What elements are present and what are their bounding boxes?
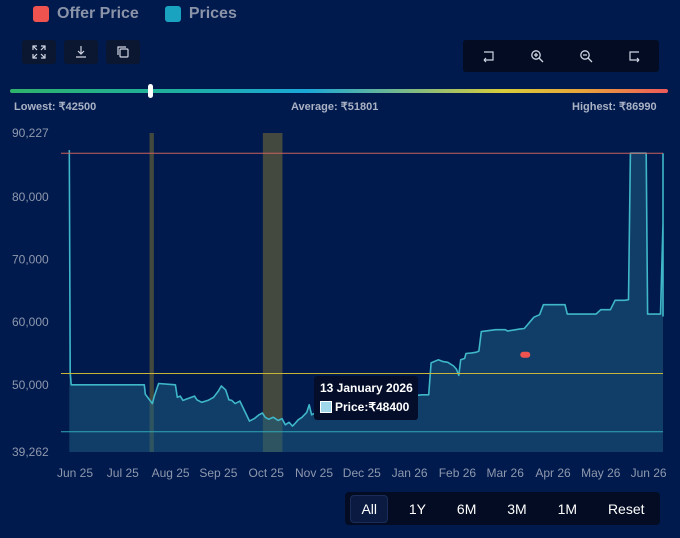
x-tick-label: May 26 (581, 466, 621, 480)
period-3m-button[interactable]: 3M (497, 496, 536, 522)
x-tick-label: Apr 26 (535, 466, 571, 480)
reset-button[interactable]: Reset (598, 496, 655, 522)
x-tick-label: Feb 26 (439, 466, 477, 480)
x-tick-label: Sep 25 (199, 466, 237, 480)
tooltip-swatch (320, 401, 332, 413)
tooltip-date: 13 January 2026 (320, 381, 413, 395)
x-tick-label: Oct 25 (249, 466, 285, 480)
period-1y-button[interactable]: 1Y (399, 496, 436, 522)
x-tick-label: Jan 26 (392, 466, 428, 480)
x-tick-label: Dec 25 (343, 466, 381, 480)
period-1m-button[interactable]: 1M (548, 496, 587, 522)
tooltip-row: Price:₹48400 (320, 400, 409, 414)
y-tick-label: 70,000 (12, 253, 49, 267)
x-tick-label: Jul 25 (107, 466, 139, 480)
price-tooltip: 13 January 2026 Price:₹48400 (314, 376, 418, 420)
period-6m-button[interactable]: 6M (447, 496, 486, 522)
x-tick-label: Mar 26 (487, 466, 525, 480)
highlight-band (262, 133, 283, 452)
price-history-chart[interactable]: 90,227 80,000 70,000 60,000 50,000 39,262 Jun … (0, 0, 680, 538)
y-tick-label: 90,227 (12, 126, 49, 140)
x-tick-label: Jun 26 (631, 466, 667, 480)
y-tick-label: 80,000 (12, 190, 49, 204)
tooltip-price: Price:₹48400 (335, 400, 410, 414)
y-tick-label: 50,000 (12, 378, 49, 392)
x-tick-label: Jun 25 (57, 466, 93, 480)
period-selector: All 1Y 6M 3M 1M Reset (345, 492, 660, 525)
x-tick-label: Aug 25 (152, 466, 190, 480)
period-all-button[interactable]: All (350, 494, 388, 523)
y-tick-label: 60,000 (12, 315, 49, 329)
offer-price-marker (520, 351, 531, 358)
y-tick-label: 39,262 (12, 445, 49, 459)
x-tick-label: Nov 25 (295, 466, 333, 480)
